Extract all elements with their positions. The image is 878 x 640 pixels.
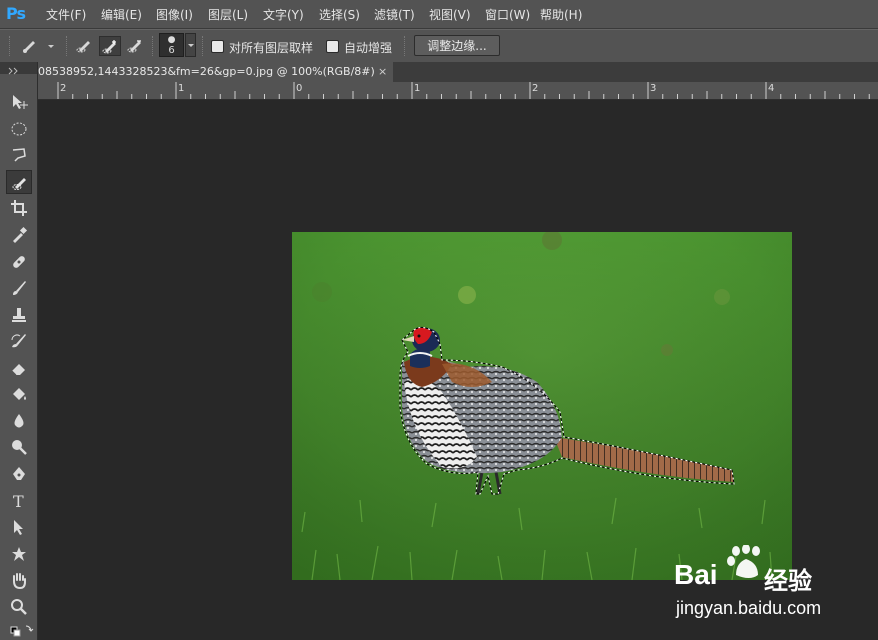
- baidu-jingyan-watermark: Bai 经验 jingyan.baidu.com: [670, 545, 870, 625]
- document-tab[interactable]: 08538952,1443328523&fm=26&gp=0.jpg @ 100…: [38, 62, 393, 82]
- polygonal-lasso-icon[interactable]: [6, 143, 32, 167]
- dodge-icon[interactable]: [6, 435, 32, 459]
- menu-select[interactable]: 选择(S): [319, 6, 360, 23]
- brush-tip-icon: ●: [167, 35, 176, 45]
- menu-filter[interactable]: 滤镜(T): [374, 6, 415, 23]
- menu-view[interactable]: 视图(V): [429, 6, 471, 23]
- close-tab-icon[interactable]: ×: [378, 62, 392, 82]
- clone-stamp-icon[interactable]: [6, 303, 32, 327]
- paint-bucket-icon[interactable]: [6, 382, 32, 406]
- spot-healing-icon[interactable]: [6, 250, 32, 274]
- menu-image[interactable]: 图像(I): [156, 6, 193, 23]
- watermark-brand-a: Bai: [674, 559, 718, 590]
- auto-enhance-label: 自动增强: [344, 41, 393, 55]
- sample-all-layers-checkbox[interactable]: [211, 40, 224, 53]
- elliptical-marquee-icon[interactable]: [6, 117, 32, 141]
- menu-edit[interactable]: 编辑(E): [101, 6, 142, 23]
- move-icon[interactable]: [6, 90, 32, 114]
- pen-icon[interactable]: [6, 462, 32, 486]
- ruler-label: 2: [60, 83, 67, 94]
- refine-edge-button[interactable]: 调整边缘...: [414, 35, 500, 56]
- ruler-label: 1: [414, 83, 421, 94]
- ruler-label: 4: [768, 83, 775, 94]
- sample-all-layers-label: 对所有图层取样: [229, 41, 314, 55]
- add-to-selection-icon[interactable]: [99, 36, 121, 56]
- brush-size-value: 6: [168, 45, 175, 56]
- photoshop-logo: Ps: [6, 4, 26, 23]
- menu-type[interactable]: 文字(Y): [263, 6, 304, 23]
- blur-icon[interactable]: [6, 409, 32, 433]
- eyedropper-icon[interactable]: [6, 223, 32, 247]
- default-colors-icon[interactable]: [6, 620, 34, 638]
- hand-icon[interactable]: [6, 568, 32, 592]
- brush-size-dropdown[interactable]: [185, 33, 196, 57]
- ruler-label: 1: [178, 83, 185, 94]
- menu-help[interactable]: 帮助(H): [540, 6, 582, 23]
- type-icon[interactable]: T: [6, 489, 32, 513]
- svg-text:T: T: [13, 492, 24, 510]
- menu-window[interactable]: 窗口(W): [485, 6, 530, 23]
- options-grip[interactable]: [9, 36, 12, 56]
- watermark-brand-b: 经验: [764, 567, 812, 595]
- brush-icon[interactable]: [6, 276, 32, 300]
- menu-file[interactable]: 文件(F): [46, 6, 86, 23]
- menu-bar: Ps 文件(F) 编辑(E) 图像(I) 图层(L) 文字(Y) 选择(S) 滤…: [0, 0, 878, 29]
- path-selection-icon[interactable]: [6, 515, 32, 539]
- new-selection-icon[interactable]: [74, 36, 96, 56]
- menu-layer[interactable]: 图层(L): [208, 6, 248, 23]
- history-brush-icon[interactable]: [6, 329, 32, 353]
- ruler-label: 0: [296, 83, 303, 94]
- ruler-label: 2: [532, 83, 539, 94]
- eraser-icon[interactable]: [6, 356, 32, 380]
- quick-selection-icon[interactable]: [6, 170, 32, 194]
- options-bar: ● 6 对所有图层取样 自动增强 调整边缘...: [0, 29, 878, 63]
- ruler-label: 3: [650, 83, 657, 94]
- horizontal-ruler[interactable]: 2 1 0 1 2 3 4: [38, 82, 878, 100]
- tool-preset-picker[interactable]: [20, 36, 54, 56]
- crop-icon[interactable]: [6, 196, 32, 220]
- custom-shape-icon[interactable]: [6, 542, 32, 566]
- zoom-icon[interactable]: [6, 595, 32, 619]
- auto-enhance-checkbox[interactable]: [326, 40, 339, 53]
- brush-size-picker[interactable]: ● 6: [159, 33, 184, 57]
- subtract-from-selection-icon[interactable]: [125, 36, 147, 56]
- watermark-url: jingyan.baidu.com: [676, 598, 822, 618]
- document-image[interactable]: [292, 232, 792, 580]
